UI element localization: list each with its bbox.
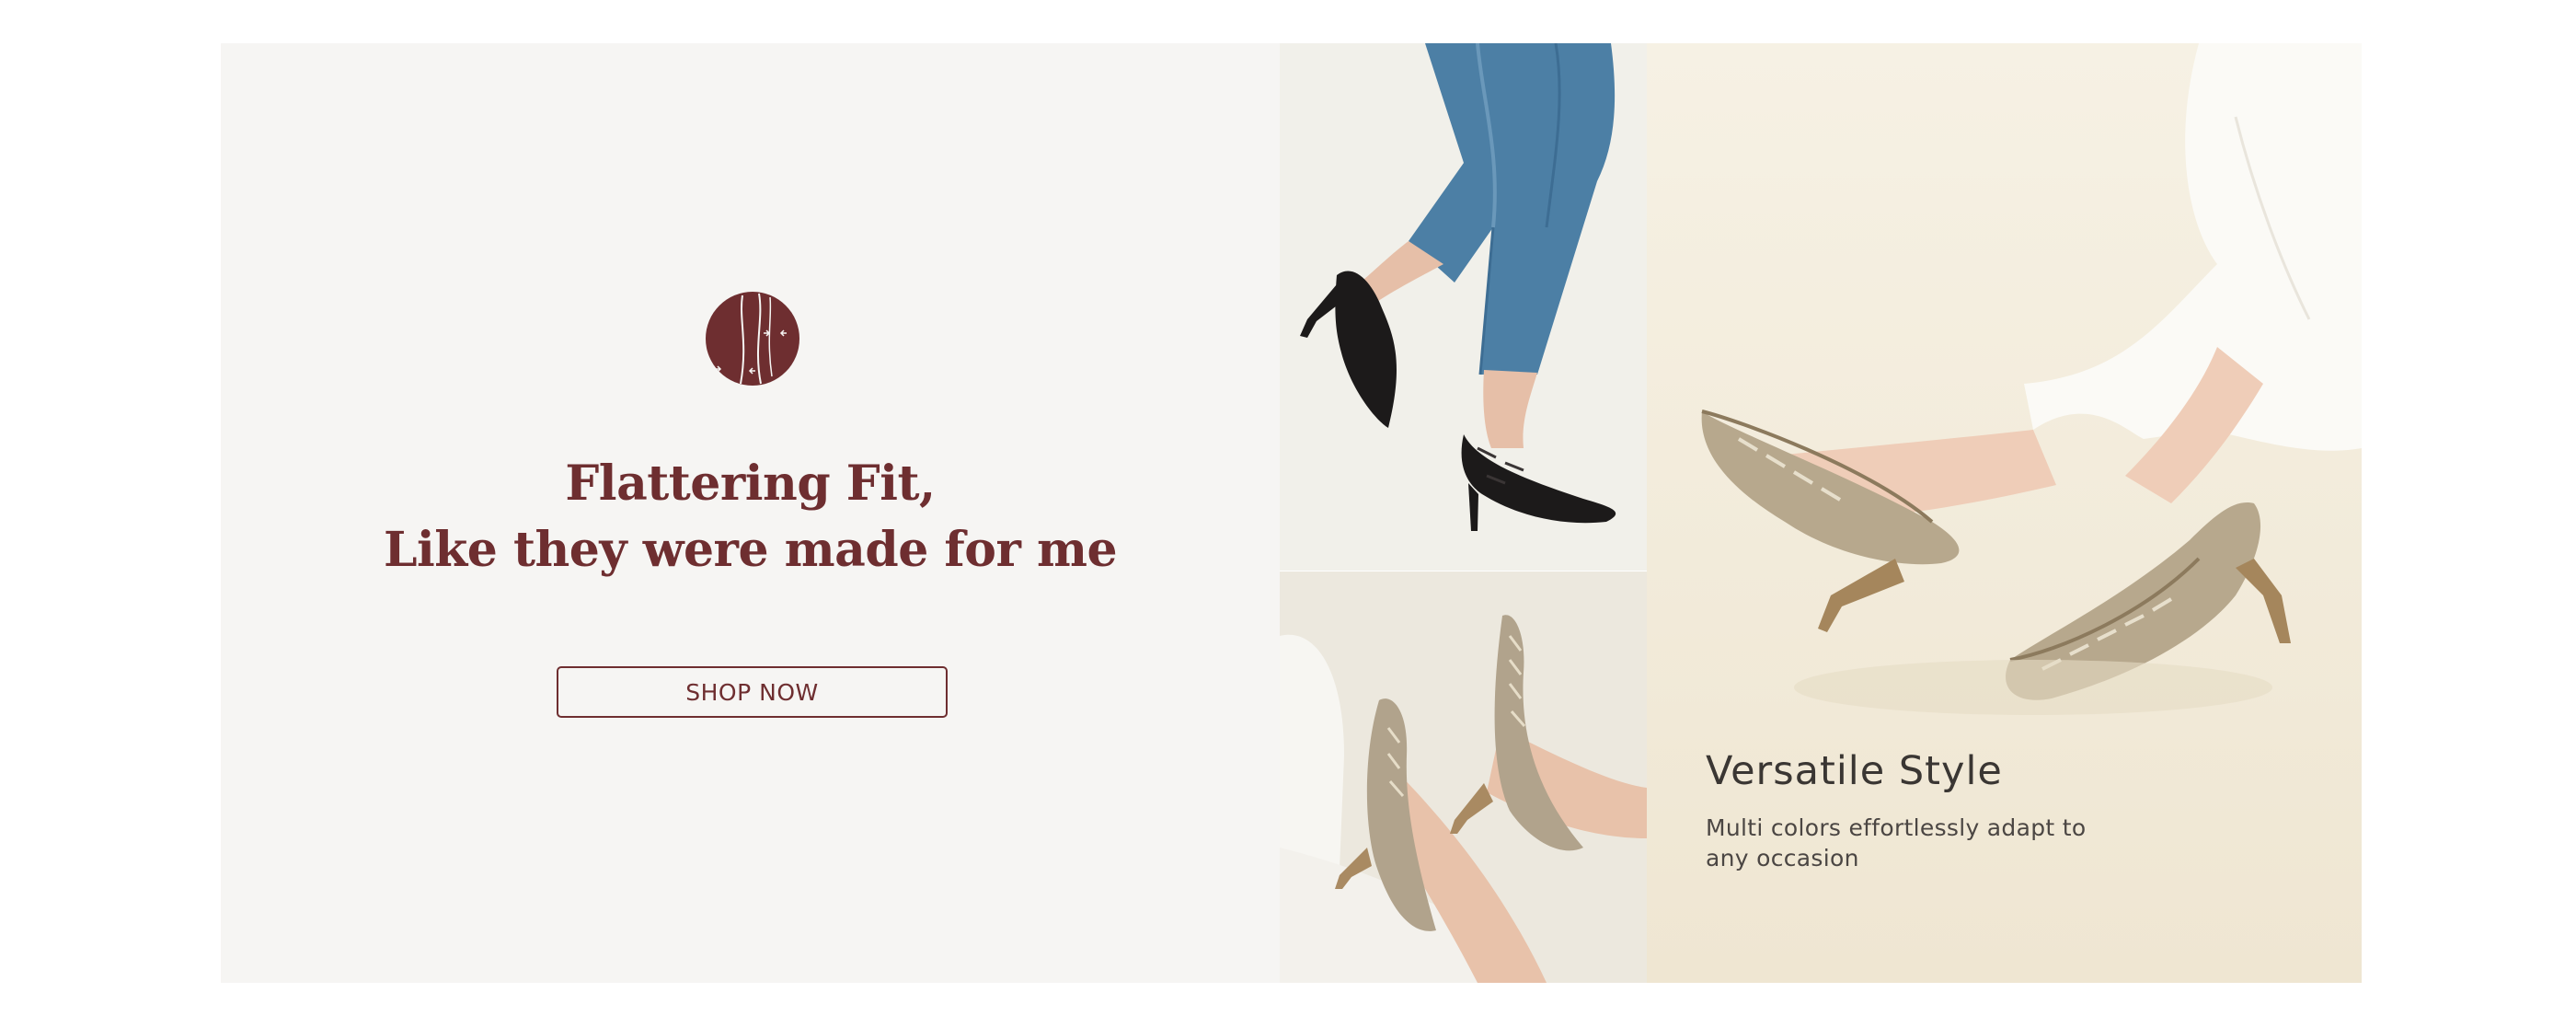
feature-title: Versatile Style — [1706, 748, 2003, 794]
shop-now-button[interactable]: SHOP NOW — [557, 666, 948, 718]
black-pumps-jeans-photo — [1280, 43, 1647, 571]
headline-line-1: Flattering Fit, — [565, 456, 936, 512]
feature-description: Multi colors effortlessly adapt to any o… — [1706, 814, 2087, 871]
promo-headline: Flattering Fit, Like they were made for … — [221, 451, 1280, 583]
promo-text-panel: Flattering Fit, Like they were made for … — [221, 43, 1280, 983]
promo-banner: Flattering Fit, Like they were made for … — [221, 43, 2362, 983]
headline-line-2: Like they were made for me — [383, 522, 1118, 578]
beige-pumps-pair-photo — [1280, 571, 1647, 983]
fitted-leg-icon — [706, 292, 799, 386]
